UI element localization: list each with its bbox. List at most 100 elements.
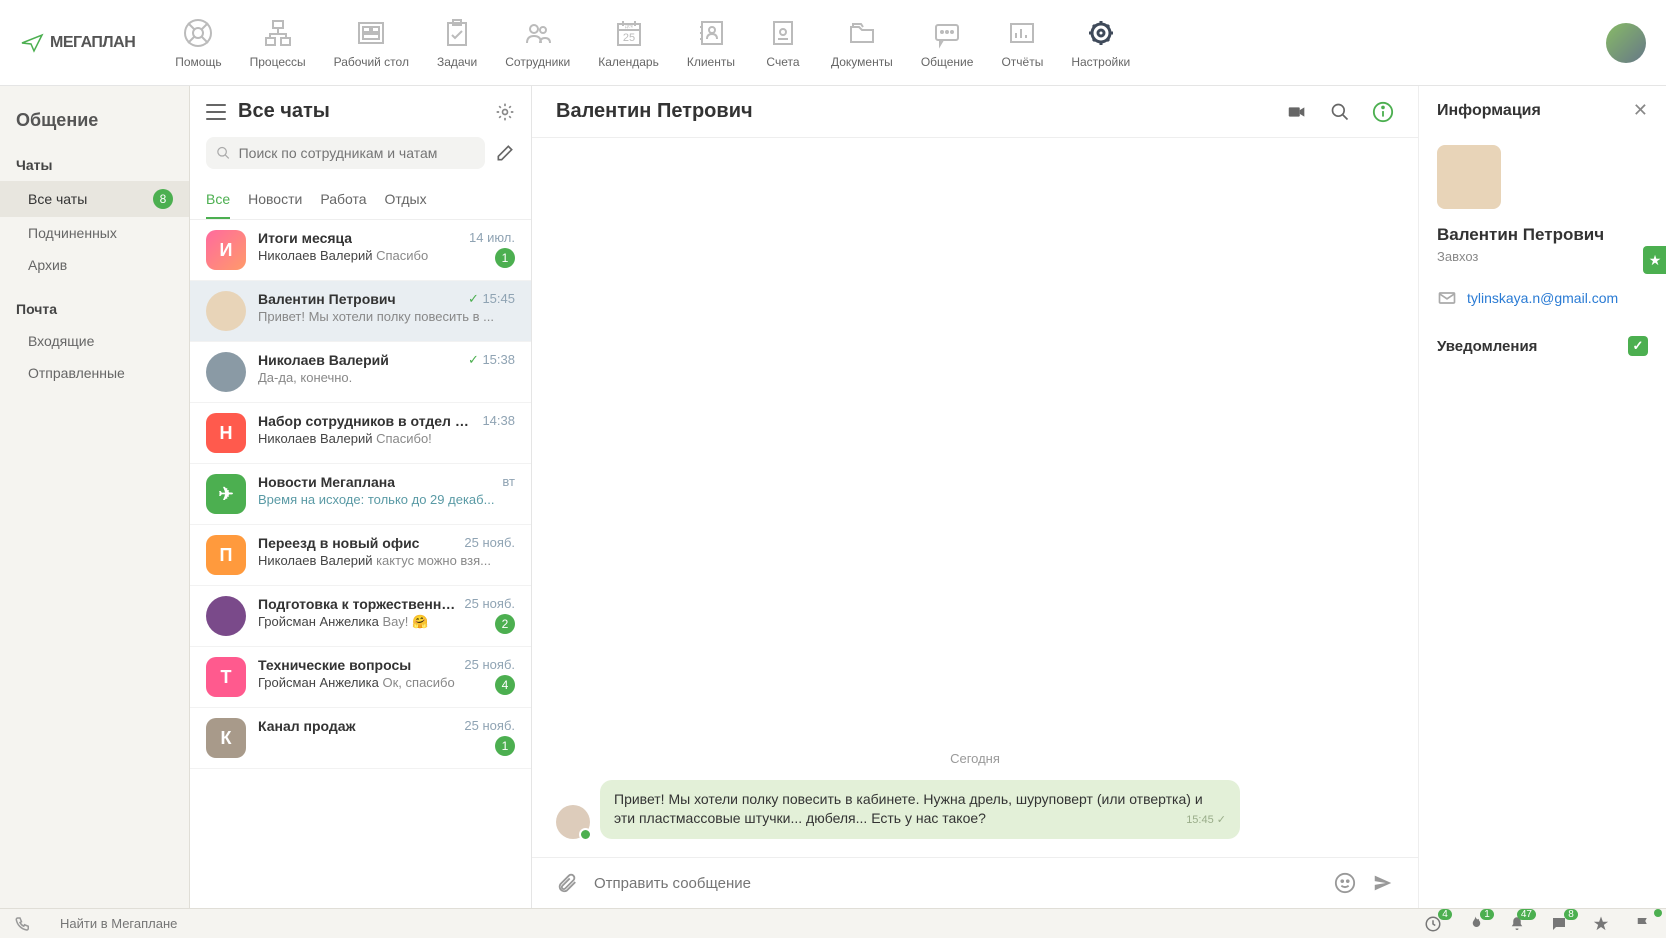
nav-tasks[interactable]: Задачи	[437, 17, 477, 69]
message-icon[interactable]: 8	[1550, 915, 1568, 933]
nav-invoices[interactable]: Счета	[763, 17, 803, 69]
star-icon[interactable]	[1592, 915, 1610, 933]
phone-icon[interactable]	[14, 915, 32, 933]
nav-desktop[interactable]: Рабочий стол	[334, 17, 409, 69]
chat-title: Технические вопросы	[258, 657, 411, 673]
settings-icon[interactable]	[495, 102, 515, 122]
chat-preview: Николаев Валерий Спасибо!	[258, 431, 432, 446]
nav-employees[interactable]: Сотрудники	[505, 17, 570, 69]
flag-icon[interactable]	[1634, 915, 1652, 933]
chat-search[interactable]	[206, 137, 485, 169]
chat-list-title: Все чаты	[238, 100, 483, 123]
sidebar-item-subordinates[interactable]: Подчиненных	[0, 217, 189, 249]
chat-list-column: Все чаты Все Новости Работа Отдых ИИтоги…	[190, 86, 532, 908]
left-sidebar: Общение Чаты Все чаты 8 Подчиненных Архи…	[0, 86, 190, 908]
sidebar-item-inbox[interactable]: Входящие	[0, 325, 189, 357]
nav-calendar[interactable]: дек25 Календарь	[598, 17, 659, 69]
sidebar-section-chats: Чаты	[0, 149, 189, 181]
global-search[interactable]	[60, 916, 360, 931]
sidebar-item-archive[interactable]: Архив	[0, 249, 189, 281]
chat-preview: Гройсман Анжелика Вау! 🤗	[258, 614, 428, 634]
contact-email[interactable]: tylinskaya.n@gmail.com	[1467, 290, 1618, 306]
favorite-tab[interactable]: ★	[1643, 246, 1666, 274]
close-icon[interactable]: ✕	[1633, 100, 1648, 121]
sidebar-item-sent[interactable]: Отправленные	[0, 357, 189, 389]
chat-avatar: Н	[206, 413, 246, 453]
chat-item[interactable]: Валентин Петрович✓ 15:45Привет! Мы хотел…	[190, 281, 531, 342]
chat-title: Новости Мегаплана	[258, 474, 395, 490]
chat-time: вт	[502, 474, 515, 490]
contact-avatar	[1437, 145, 1501, 209]
compose-icon[interactable]	[495, 143, 515, 163]
tab-news[interactable]: Новости	[248, 185, 302, 219]
chat-item[interactable]: ППереезд в новый офис25 нояб.Николаев Ва…	[190, 525, 531, 586]
info-title: Информация	[1437, 102, 1541, 120]
chat-item[interactable]: ТТехнические вопросы25 нояб.Гройсман Анж…	[190, 647, 531, 708]
notifications-label: Уведомления	[1437, 338, 1537, 355]
tab-all[interactable]: Все	[206, 185, 230, 219]
search-in-chat-icon[interactable]	[1330, 102, 1350, 122]
send-icon[interactable]	[1372, 872, 1394, 894]
chat-time: 25 нояб.	[464, 718, 515, 734]
chat-list[interactable]: ИИтоги месяца14 июл.Николаев Валерий Спа…	[190, 220, 531, 908]
nav-reports[interactable]: Отчёты	[1001, 17, 1043, 69]
tab-rest[interactable]: Отдых	[385, 185, 427, 219]
top-nav: МЕГАПЛАН Помощь Процессы Рабочий стол За…	[0, 0, 1666, 86]
hamburger-icon[interactable]	[206, 104, 226, 120]
chat-time: 25 нояб.	[464, 596, 515, 612]
chat-item[interactable]: ИИтоги месяца14 июл.Николаев Валерий Спа…	[190, 220, 531, 281]
nav-settings[interactable]: Настройки	[1071, 17, 1130, 69]
fire-icon[interactable]: 1	[1466, 915, 1484, 933]
chat-item[interactable]: ✈Новости МегапланавтВремя на исходе: тол…	[190, 464, 531, 525]
calendar-icon: дек 25	[609, 17, 649, 49]
chat-title: Подготовка к торжественному ве...	[258, 596, 456, 612]
user-avatar[interactable]	[1606, 23, 1646, 63]
notifications-toggle[interactable]: ✓	[1628, 336, 1648, 356]
chat-search-input[interactable]	[239, 145, 475, 161]
svg-text:дек: дек	[625, 23, 634, 29]
contact-role: Завхоз	[1437, 249, 1648, 264]
emoji-icon[interactable]	[1334, 872, 1356, 894]
chart-icon	[1002, 17, 1042, 49]
chat-avatar: П	[206, 535, 246, 575]
sidebar-title: Общение	[0, 102, 189, 149]
unread-badge: 2	[495, 614, 515, 634]
chat-avatar	[206, 352, 246, 392]
logo-icon	[20, 31, 44, 55]
chat-avatar: К	[206, 718, 246, 758]
video-call-icon[interactable]	[1286, 101, 1308, 123]
nav-items: Помощь Процессы Рабочий стол Задачи Сотр…	[175, 17, 1606, 69]
nav-processes[interactable]: Процессы	[250, 17, 306, 69]
chat-time: 25 нояб.	[464, 657, 515, 673]
message-avatar[interactable]	[556, 805, 590, 839]
chat-title: Переезд в новый офис	[258, 535, 419, 551]
message-bubble: Привет! Мы хотели полку повесить в кабин…	[600, 780, 1240, 839]
sidebar-item-all-chats[interactable]: Все чаты 8	[0, 181, 189, 217]
chat-title: Валентин Петрович	[258, 291, 396, 307]
message-composer	[532, 857, 1418, 908]
chat-item[interactable]: ННабор сотрудников в отдел продаж14:38Ни…	[190, 403, 531, 464]
clock-icon[interactable]: 4	[1424, 915, 1442, 933]
bell-icon[interactable]: 47	[1508, 915, 1526, 933]
chat-contact-name: Валентин Петрович	[556, 100, 1286, 123]
chat-area: Валентин Петрович Сегодня Привет! Мы хот…	[532, 86, 1418, 908]
chat-item[interactable]: Николаев Валерий✓ 15:38Да-да, конечно.	[190, 342, 531, 403]
logo[interactable]: МЕГАПЛАН	[20, 31, 135, 55]
message-input[interactable]	[594, 875, 1318, 892]
email-icon	[1437, 288, 1457, 308]
nav-chat[interactable]: Общение	[921, 17, 974, 69]
chat-item[interactable]: Подготовка к торжественному ве... 25 нояб…	[190, 586, 531, 647]
info-icon[interactable]	[1372, 101, 1394, 123]
chat-time: ✓ 15:38	[468, 352, 515, 368]
nav-help[interactable]: Помощь	[175, 17, 221, 69]
chat-item[interactable]: ККанал продаж25 нояб.1	[190, 708, 531, 769]
badge: 8	[153, 189, 173, 209]
tab-work[interactable]: Работа	[320, 185, 366, 219]
nav-documents[interactable]: Документы	[831, 17, 893, 69]
chat-tabs: Все Новости Работа Отдых	[190, 179, 531, 220]
attach-icon[interactable]	[556, 872, 578, 894]
dashboard-icon	[351, 17, 391, 49]
nav-clients[interactable]: Клиенты	[687, 17, 735, 69]
info-panel: ★ Информация ✕ Валентин Петрович Завхоз …	[1418, 86, 1666, 908]
svg-text:25: 25	[622, 32, 634, 44]
